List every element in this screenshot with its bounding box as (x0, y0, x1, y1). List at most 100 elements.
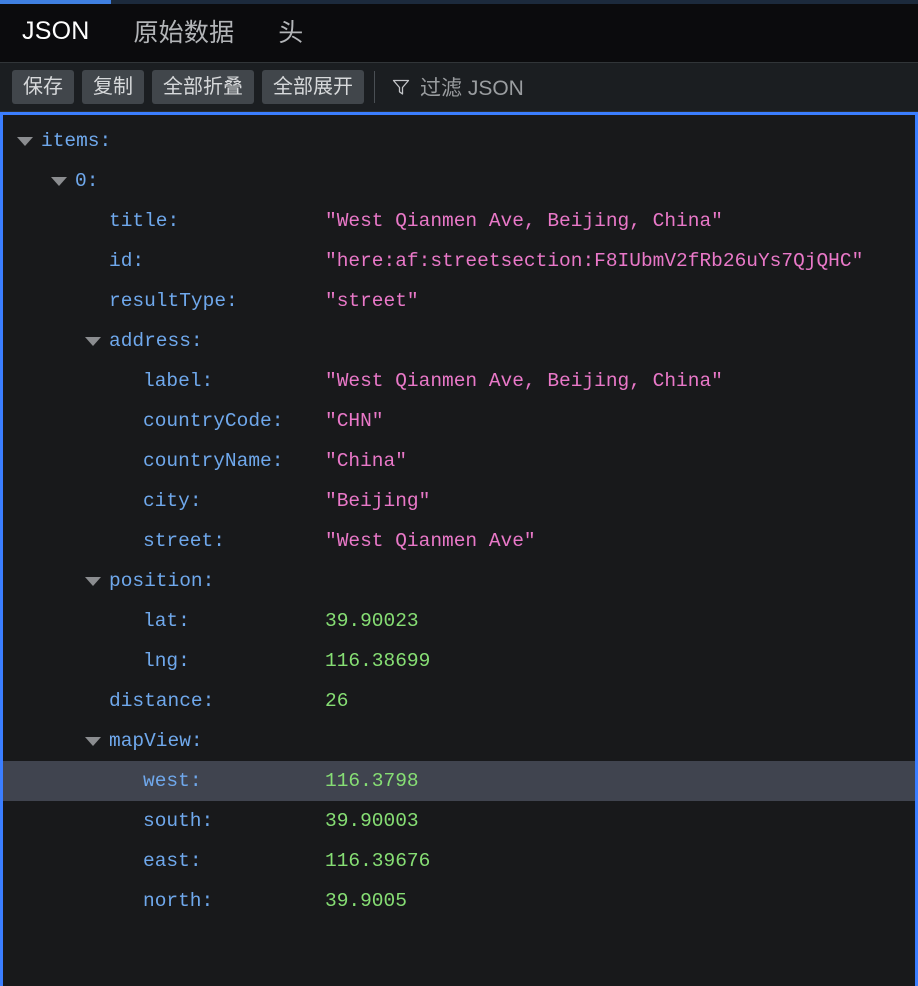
json-key-colon: : (190, 330, 203, 352)
expander-placeholder-icon (85, 221, 101, 222)
expander-placeholder-icon (119, 461, 135, 462)
json-property-value: 116.3798 (325, 770, 419, 792)
json-row[interactable]: west: 116.3798 (3, 761, 915, 801)
json-property-key: title (109, 210, 168, 232)
json-rows-container: items:0: title: "West Qianmen Ave, Beijing… (3, 115, 915, 921)
expander-triangle-down-icon[interactable] (85, 336, 101, 346)
expander-triangle-down-icon[interactable] (17, 136, 33, 146)
json-property-key: address (109, 330, 191, 352)
json-property-value: 39.9005 (325, 890, 407, 912)
json-row[interactable]: position: (3, 561, 915, 601)
json-key-colon: : (178, 610, 190, 632)
json-row[interactable]: 0: (3, 161, 915, 201)
json-key-colon: : (167, 210, 180, 232)
json-property-value: 116.38699 (325, 650, 431, 672)
json-row[interactable]: north:39.9005 (3, 881, 915, 921)
json-key-colon: : (271, 450, 284, 472)
filter-json-field[interactable]: 过滤 JSON (385, 68, 918, 106)
expander-placeholder-icon (119, 621, 135, 622)
expander-triangle-down-icon[interactable] (85, 576, 101, 586)
tab-json[interactable]: JSON (0, 0, 112, 62)
json-property-value: "West Qianmen Ave, Beijing, China" (325, 370, 723, 392)
json-property-key: label (143, 370, 202, 392)
tab-headers-label: 头 (278, 19, 304, 47)
json-row[interactable]: label: "West Qianmen Ave, Beijing, China" (3, 361, 915, 401)
json-property-value: "here:af:streetsection:F8IUbmV2fRb26uYs7… (325, 250, 864, 272)
json-row[interactable]: street: "West Qianmen Ave" (3, 521, 915, 561)
expander-triangle-down-icon[interactable] (51, 176, 67, 186)
json-row[interactable]: distance:26 (3, 681, 915, 721)
tab-json-label: JSON (22, 16, 90, 45)
json-row[interactable]: countryCode: "CHN" (3, 401, 915, 441)
json-row-name-cell: lat: (3, 601, 325, 641)
expander-placeholder-icon (119, 381, 135, 382)
json-key-colon: : (189, 490, 202, 512)
json-property-key: 0 (75, 170, 87, 192)
json-property-key: east (143, 850, 190, 872)
expander-placeholder-icon (85, 701, 101, 702)
expander-placeholder-icon (119, 821, 135, 822)
tab-headers[interactable]: 头 (256, 0, 325, 62)
json-row-name-cell: lng: (3, 641, 325, 681)
json-row[interactable]: id: "here:af:streetsection:F8IUbmV2fRb26u… (3, 241, 915, 281)
json-row[interactable]: south:39.90003 (3, 801, 915, 841)
json-key-colon: : (189, 770, 202, 792)
json-row-name-cell: distance: (3, 681, 325, 721)
json-property-key: id (109, 250, 133, 272)
tab-raw-data[interactable]: 原始数据 (111, 0, 256, 62)
json-row-name-cell: east: (3, 841, 325, 881)
json-key-colon: : (226, 290, 238, 312)
expander-triangle-down-icon[interactable] (85, 736, 101, 746)
json-row-name-cell: mapView: (3, 721, 325, 761)
json-row-name-cell: address: (3, 321, 325, 361)
json-key-colon: : (213, 530, 225, 552)
expander-placeholder-icon (119, 541, 135, 542)
expander-placeholder-icon (119, 501, 135, 502)
json-property-key: lng (143, 650, 179, 672)
json-row-name-cell: resultType: (3, 281, 325, 321)
expand-all-button[interactable]: 全部展开 (262, 70, 364, 104)
json-property-key: position (109, 570, 203, 592)
collapse-all-button[interactable]: 全部折叠 (152, 70, 254, 104)
tab-raw-data-label: 原始数据 (133, 19, 235, 47)
json-row[interactable]: resultType: "street" (3, 281, 915, 321)
json-property-value: 39.90023 (325, 610, 419, 632)
filter-json-placeholder: 过滤 JSON (420, 77, 524, 100)
json-key-colon: : (201, 810, 214, 832)
json-property-key: street (143, 530, 214, 552)
json-property-key: south (143, 810, 202, 832)
json-row[interactable]: east:116.39676 (3, 841, 915, 881)
json-property-value: 26 (325, 690, 349, 712)
json-row[interactable]: mapView: (3, 721, 915, 761)
copy-button[interactable]: 复制 (82, 70, 144, 104)
json-property-key: west (143, 770, 190, 792)
expander-placeholder-icon (119, 661, 135, 662)
expander-placeholder-icon (85, 301, 101, 302)
json-property-value: "street" (325, 290, 419, 312)
json-property-value: "West Qianmen Ave" (325, 530, 536, 552)
json-property-value: 116.39676 (325, 850, 431, 872)
expander-placeholder-icon (119, 781, 135, 782)
json-property-value: "CHN" (325, 410, 384, 432)
json-row[interactable]: items: (3, 121, 915, 161)
json-key-colon: : (132, 250, 145, 272)
json-property-key: countryName (143, 450, 272, 472)
save-button[interactable]: 保存 (12, 70, 74, 104)
json-row-name-cell: street: (3, 521, 325, 561)
json-row[interactable]: city: "Beijing" (3, 481, 915, 521)
json-tree-panel[interactable]: items:0: title: "West Qianmen Ave, Beijing… (0, 112, 918, 986)
json-row[interactable]: title: "West Qianmen Ave, Beijing, China" (3, 201, 915, 241)
json-key-colon: : (99, 130, 112, 152)
json-row[interactable]: address: (3, 321, 915, 361)
json-property-key: distance (109, 690, 203, 712)
json-row-name-cell: north: (3, 881, 325, 921)
json-row[interactable]: countryName: "China" (3, 441, 915, 481)
json-key-colon: : (190, 730, 203, 752)
json-property-value: "West Qianmen Ave, Beijing, China" (325, 210, 723, 232)
json-row[interactable]: lng:116.38699 (3, 641, 915, 681)
expander-placeholder-icon (119, 421, 135, 422)
json-row[interactable]: lat:39.90023 (3, 601, 915, 641)
json-key-colon: : (189, 850, 202, 872)
json-key-colon: : (202, 690, 215, 712)
json-property-key: lat (143, 610, 179, 632)
